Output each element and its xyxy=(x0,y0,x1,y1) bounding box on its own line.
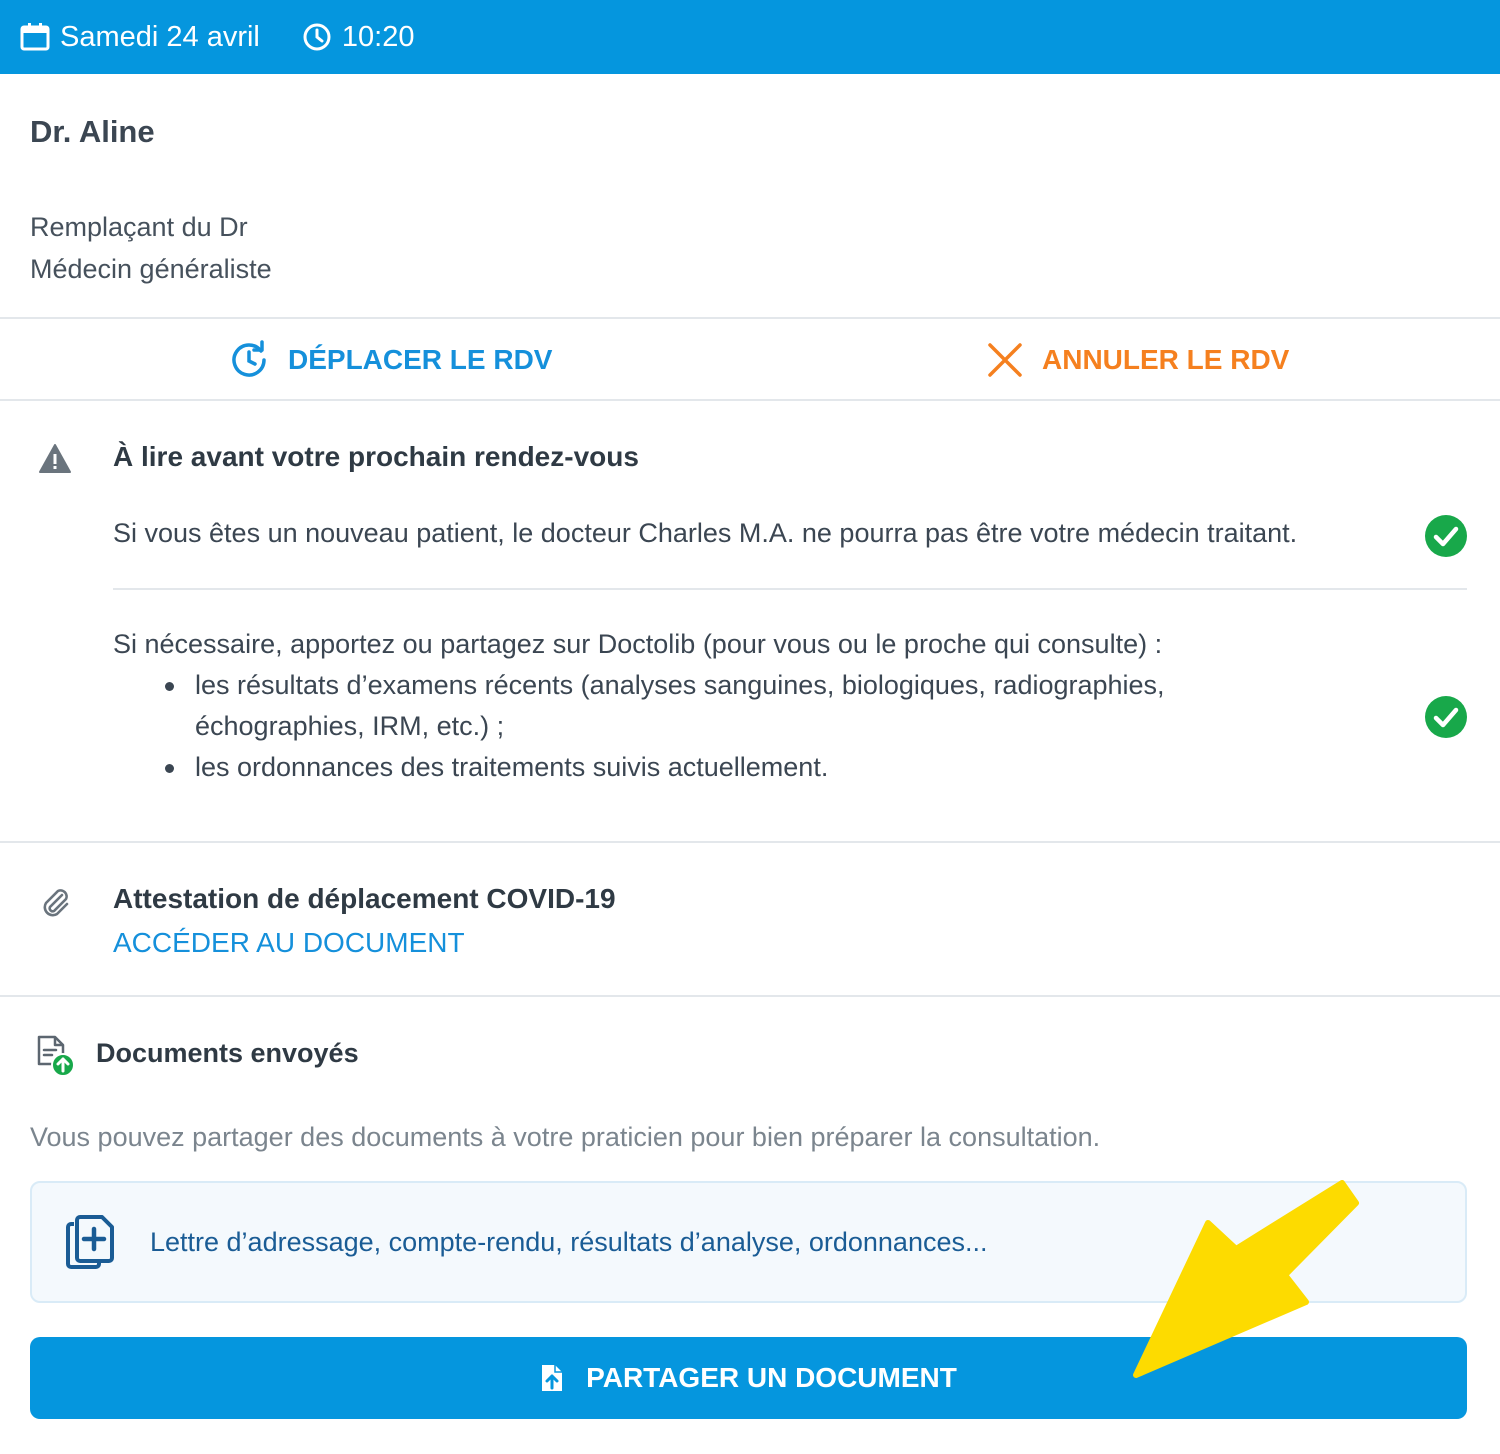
appointment-date: Samedi 24 avril xyxy=(20,21,260,54)
divider xyxy=(0,841,1500,843)
divider xyxy=(0,399,1500,401)
calendar-icon xyxy=(20,23,50,51)
access-document-link[interactable]: ACCÉDER AU DOCUMENT xyxy=(113,927,465,959)
move-appointment-label: DÉPLACER LE RDV xyxy=(288,344,553,375)
notice-item-new-patient: Si vous êtes un nouveau patient, le doct… xyxy=(113,518,1298,548)
annotation-arrow-icon xyxy=(1133,1180,1359,1378)
list-item: les résultats d’examens récents (analyse… xyxy=(113,665,1313,747)
doctor-replacement: Remplaçant du Dr xyxy=(30,212,248,242)
divider xyxy=(0,995,1500,997)
paperclip-icon xyxy=(43,889,69,917)
clock-icon xyxy=(303,23,331,51)
warning-icon xyxy=(39,444,71,473)
divider xyxy=(0,317,1500,319)
attestation-title: Attestation de déplacement COVID-19 xyxy=(113,883,616,914)
time-text: 10:20 xyxy=(341,20,415,53)
notice-item-documents: Si nécessaire, apportez ou partagez sur … xyxy=(113,624,1313,788)
appointment-time: 10:20 xyxy=(302,20,415,54)
date-text: Samedi 24 avril xyxy=(60,20,260,53)
documents-description: Vous pouvez partager des documents à vot… xyxy=(30,1122,1101,1152)
notice-bullet-list: les résultats d’examens récents (analyse… xyxy=(113,665,1313,788)
add-document-icon xyxy=(66,1215,114,1269)
document-upload-icon xyxy=(37,1035,75,1077)
cancel-appointment-button[interactable]: ANNULER LE RDV xyxy=(986,320,1289,400)
notice-divider xyxy=(113,588,1467,590)
list-item: les ordonnances des traitements suivis a… xyxy=(113,747,1313,788)
check-circle-icon xyxy=(1425,696,1467,738)
file-upload-icon xyxy=(542,1365,563,1391)
documents-title: Documents envoyés xyxy=(96,1038,359,1068)
doctor-details: Remplaçant du Dr Médecin généraliste xyxy=(30,206,272,290)
share-document-label: PARTAGER UN DOCUMENT xyxy=(586,1362,957,1393)
doctor-name: Dr. Aline xyxy=(30,114,155,149)
notice-item-intro: Si nécessaire, apportez ou partagez sur … xyxy=(113,629,1163,659)
appointment-actions: DÉPLACER LE RDV ANNULER LE RDV xyxy=(0,320,1500,400)
cancel-appointment-label: ANNULER LE RDV xyxy=(1042,344,1290,375)
notice-title: À lire avant votre prochain rendez-vous xyxy=(113,441,639,472)
check-circle-icon xyxy=(1425,515,1467,557)
appointment-header: Samedi 24 avril 10:20 xyxy=(0,0,1500,74)
close-icon xyxy=(988,343,1022,377)
doctor-specialty: Médecin généraliste xyxy=(30,254,272,284)
upload-area-text: Lettre d’adressage, compte-rendu, résult… xyxy=(150,1226,988,1257)
reschedule-icon xyxy=(232,340,266,377)
move-appointment-button[interactable]: DÉPLACER LE RDV xyxy=(228,320,552,400)
